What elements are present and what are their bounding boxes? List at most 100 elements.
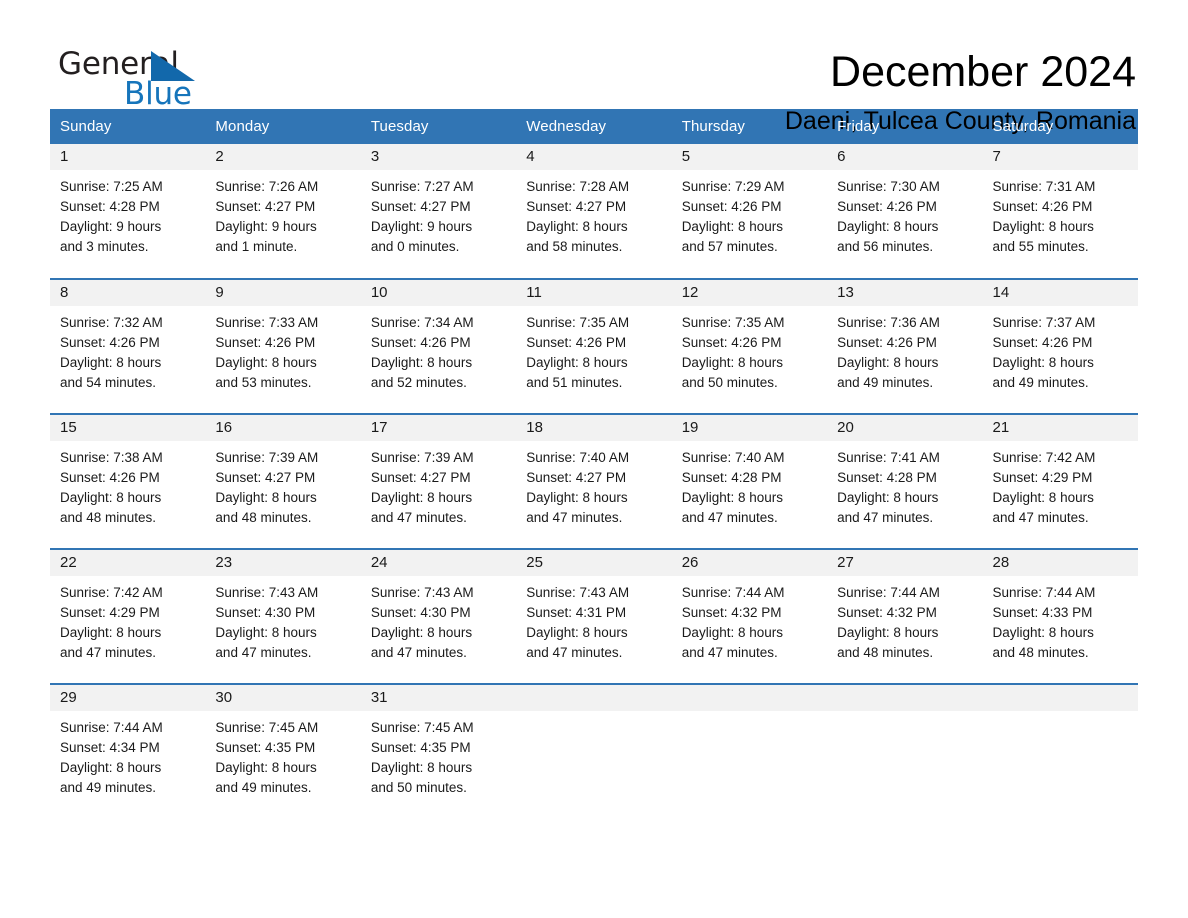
day-detail: Sunrise: 7:35 AM Sunset: 4:26 PM Daylight:… [516,306,671,393]
day-cell[interactable]: 4 Sunrise: 7:28 AM Sunset: 4:27 PM Daylight… [516,144,672,278]
sunset-text: Sunset: 4:27 PM [526,470,627,485]
day-cell-empty [827,685,983,819]
daylight-text: and 47 minutes. [837,510,934,525]
daylight-text: Daylight: 8 hours [60,490,162,505]
day-cell[interactable]: 29 Sunrise: 7:44 AM Sunset: 4:34 PM Dayligh… [50,685,206,819]
sunset-text: Sunset: 4:33 PM [992,605,1093,620]
day-cell[interactable]: 26 Sunrise: 7:44 AM Sunset: 4:32 PM Dayligh… [671,550,828,683]
calendar-cell: 25 Sunrise: 7:43 AM Sunset: 4:31 PM Dayligh… [516,548,672,684]
sunset-text: Sunset: 4:31 PM [526,605,627,620]
day-cell[interactable]: 31 Sunrise: 7:45 AM Sunset: 4:35 PM Dayligh… [360,685,517,819]
day-detail: Sunrise: 7:36 AM Sunset: 4:26 PM Daylight:… [827,306,982,393]
day-cell[interactable]: 7 Sunrise: 7:31 AM Sunset: 4:26 PM Daylight… [982,144,1138,278]
calendar-cell: 2 Sunrise: 7:26 AM Sunset: 4:27 PM Daylight… [205,144,361,279]
sunrise-text: Sunrise: 7:35 AM [526,315,630,330]
day-detail: Sunrise: 7:26 AM Sunset: 4:27 PM Daylight:… [205,170,360,257]
day-cell-empty [671,685,828,819]
daylight-text: Daylight: 8 hours [370,625,473,640]
day-cell[interactable]: 27 Sunrise: 7:44 AM Sunset: 4:32 PM Dayligh… [827,550,983,683]
day-number: 13 [827,280,983,306]
day-cell[interactable]: 12 Sunrise: 7:35 AM Sunset: 4:26 PM Dayligh… [671,280,828,413]
day-number: 31 [360,685,517,711]
calendar-cell: 30 Sunrise: 7:45 AM Sunset: 4:35 PM Dayligh… [205,683,361,819]
day-detail: Sunrise: 7:45 AM Sunset: 4:35 PM Daylight:… [205,711,360,798]
calendar-cell: 6 Sunrise: 7:30 AM Sunset: 4:26 PM Daylight… [827,144,983,279]
day-cell[interactable]: 10 Sunrise: 7:34 AM Sunset: 4:26 PM Dayligh… [360,280,517,413]
sunrise-text: Sunrise: 7:44 AM [681,585,785,600]
day-number: 6 [827,144,983,170]
calendar-cell: 28 Sunrise: 7:44 AM Sunset: 4:33 PM Dayligh… [982,548,1138,684]
day-number: 18 [516,415,672,441]
calendar-cell: 23 Sunrise: 7:43 AM Sunset: 4:30 PM Dayligh… [205,548,361,684]
calendar-cell: 1 Sunrise: 7:25 AM Sunset: 4:28 PM Daylight… [50,144,206,279]
day-cell[interactable]: 13 Sunrise: 7:36 AM Sunset: 4:26 PM Dayligh… [827,280,983,413]
day-cell[interactable]: 1 Sunrise: 7:25 AM Sunset: 4:28 PM Daylight… [50,144,206,278]
day-detail: Sunrise: 7:43 AM Sunset: 4:31 PM Daylight:… [516,576,671,663]
day-cell[interactable]: 11 Sunrise: 7:35 AM Sunset: 4:26 PM Dayligh… [516,280,672,413]
day-cell[interactable]: 3 Sunrise: 7:27 AM Sunset: 4:27 PM Daylight… [360,144,517,278]
day-cell[interactable]: 19 Sunrise: 7:40 AM Sunset: 4:28 PM Dayligh… [671,415,828,548]
day-detail: Sunrise: 7:43 AM Sunset: 4:30 PM Daylight:… [205,576,360,663]
day-detail: Sunrise: 7:44 AM Sunset: 4:33 PM Daylight:… [983,576,1138,663]
sunset-text: Sunset: 4:27 PM [215,470,316,485]
sunset-text: Sunset: 4:26 PM [60,335,160,350]
day-detail: Sunrise: 7:37 AM Sunset: 4:26 PM Daylight:… [983,306,1138,393]
day-detail: Sunrise: 7:27 AM Sunset: 4:27 PM Daylight:… [361,170,516,257]
day-detail: Sunrise: 7:25 AM Sunset: 4:28 PM Daylight:… [50,170,205,257]
day-cell[interactable]: 8 Sunrise: 7:32 AM Sunset: 4:26 PM Daylight… [50,280,206,413]
day-number: 19 [671,415,828,441]
calendar-cell: 19 Sunrise: 7:40 AM Sunset: 4:28 PM Dayligh… [671,413,828,549]
day-cell[interactable]: 24 Sunrise: 7:43 AM Sunset: 4:30 PM Dayligh… [360,550,517,683]
day-cell[interactable]: 28 Sunrise: 7:44 AM Sunset: 4:33 PM Dayligh… [982,550,1138,683]
daylight-text: and 54 minutes. [60,375,157,390]
sunrise-text: Sunrise: 7:38 AM [60,450,163,465]
daylight-text: Daylight: 8 hours [370,760,473,775]
daylight-text: Daylight: 8 hours [837,490,939,505]
daylight-text: Daylight: 8 hours [837,355,939,370]
day-cell[interactable]: 22 Sunrise: 7:42 AM Sunset: 4:29 PM Dayligh… [50,550,206,683]
page-title: December 2024 [830,48,1136,96]
day-number: 2 [205,144,361,170]
day-number: 15 [50,415,206,441]
day-cell[interactable]: 30 Sunrise: 7:45 AM Sunset: 4:35 PM Dayligh… [205,685,361,819]
sunrise-text: Sunrise: 7:44 AM [992,585,1096,600]
daylight-text: Daylight: 8 hours [992,625,1094,640]
daylight-text: and 56 minutes. [837,239,934,254]
day-cell[interactable]: 20 Sunrise: 7:41 AM Sunset: 4:28 PM Dayligh… [827,415,983,548]
day-cell[interactable]: 9 Sunrise: 7:33 AM Sunset: 4:26 PM Daylight… [205,280,361,413]
sunrise-text: Sunrise: 7:32 AM [60,315,163,330]
day-cell[interactable]: 21 Sunrise: 7:42 AM Sunset: 4:29 PM Dayligh… [982,415,1138,548]
sunrise-text: Sunrise: 7:39 AM [215,450,319,465]
day-cell[interactable]: 18 Sunrise: 7:40 AM Sunset: 4:27 PM Dayligh… [516,415,672,548]
daylight-text: Daylight: 8 hours [60,625,162,640]
calendar-week-row: 1 Sunrise: 7:25 AM Sunset: 4:28 PM Daylight… [50,144,1138,279]
calendar-week-row: 22 Sunrise: 7:42 AM Sunset: 4:29 PM Dayligh… [50,548,1138,684]
day-cell[interactable]: 23 Sunrise: 7:43 AM Sunset: 4:30 PM Dayligh… [205,550,361,683]
daylight-text: and 48 minutes. [215,510,312,525]
day-number: 7 [982,144,1138,170]
day-cell[interactable]: 5 Sunrise: 7:29 AM Sunset: 4:26 PM Daylight… [671,144,828,278]
calendar-cell: 7 Sunrise: 7:31 AM Sunset: 4:26 PM Daylight… [982,144,1138,279]
sunrise-text: Sunrise: 7:40 AM [681,450,785,465]
daylight-text: Daylight: 8 hours [992,219,1094,234]
day-cell[interactable]: 25 Sunrise: 7:43 AM Sunset: 4:31 PM Dayligh… [516,550,672,683]
sunset-text: Sunset: 4:35 PM [215,740,316,755]
daylight-text: and 58 minutes. [526,239,623,254]
day-number: 26 [671,550,828,576]
day-cell[interactable]: 15 Sunrise: 7:38 AM Sunset: 4:26 PM Dayligh… [50,415,206,548]
day-number [827,685,983,711]
daylight-text: Daylight: 8 hours [370,355,473,370]
day-number: 23 [205,550,361,576]
calendar-week-row: 29 Sunrise: 7:44 AM Sunset: 4:34 PM Dayligh… [50,683,1138,819]
daylight-text: Daylight: 8 hours [992,355,1094,370]
sunrise-text: Sunrise: 7:43 AM [526,585,630,600]
day-cell[interactable]: 2 Sunrise: 7:26 AM Sunset: 4:27 PM Daylight… [205,144,361,278]
day-cell[interactable]: 16 Sunrise: 7:39 AM Sunset: 4:27 PM Dayligh… [205,415,361,548]
sunrise-text: Sunrise: 7:43 AM [370,585,474,600]
day-detail: Sunrise: 7:40 AM Sunset: 4:27 PM Daylight:… [516,441,671,528]
day-cell[interactable]: 14 Sunrise: 7:37 AM Sunset: 4:26 PM Dayligh… [982,280,1138,413]
general-blue-logo[interactable]: General Blue [50,46,210,122]
sunrise-text: Sunrise: 7:45 AM [370,720,474,735]
day-cell[interactable]: 6 Sunrise: 7:30 AM Sunset: 4:26 PM Daylight… [827,144,983,278]
day-cell[interactable]: 17 Sunrise: 7:39 AM Sunset: 4:27 PM Dayligh… [360,415,517,548]
